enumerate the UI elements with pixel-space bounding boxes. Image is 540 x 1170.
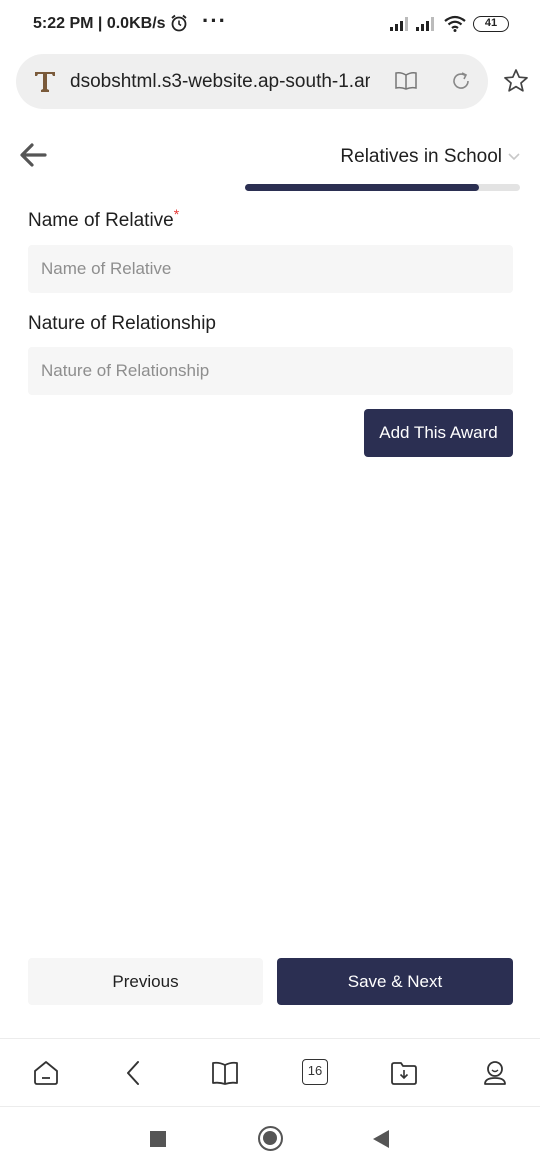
back-arrow-icon[interactable] — [18, 141, 48, 169]
signal-icon — [416, 17, 434, 31]
home-icon[interactable] — [32, 1059, 60, 1087]
status-bar: 5:22 PM | 0.0KB/s ··· 41 — [0, 0, 540, 48]
tabs-count-button[interactable]: 16 — [302, 1059, 328, 1085]
reload-icon[interactable] — [450, 70, 472, 92]
bookmark-star-icon[interactable] — [503, 68, 529, 94]
nature-of-relationship-label: Nature of Relationship — [28, 313, 216, 334]
recent-apps-icon[interactable] — [150, 1131, 166, 1147]
nature-of-relationship-input[interactable] — [28, 347, 513, 395]
battery-icon: 41 — [473, 16, 509, 32]
wifi-icon — [444, 15, 466, 32]
site-favicon-icon — [35, 72, 55, 92]
save-and-next-button[interactable]: Save & Next — [277, 958, 513, 1005]
name-of-relative-label-text: Name of Relative — [28, 210, 174, 231]
reader-mode-icon[interactable] — [394, 71, 418, 91]
progress-bar — [245, 184, 520, 191]
required-mark: * — [173, 206, 180, 222]
progress-fill — [245, 184, 479, 191]
profile-icon[interactable] — [481, 1059, 509, 1087]
alarm-icon — [171, 14, 187, 32]
chevron-down-icon[interactable] — [507, 150, 521, 162]
previous-button[interactable]: Previous — [28, 958, 263, 1005]
signal-icon — [390, 17, 408, 31]
bookmarks-book-icon[interactable] — [211, 1059, 239, 1087]
downloads-folder-icon[interactable] — [390, 1059, 418, 1087]
system-back-icon[interactable] — [372, 1129, 390, 1149]
status-time-speed: 5:22 PM | 0.0KB/s — [33, 15, 166, 32]
system-home-inner — [263, 1131, 277, 1145]
address-bar[interactable]: dsobshtml.s3-website.ap-south-1.amazonaw… — [16, 54, 488, 109]
system-home-icon[interactable] — [258, 1126, 283, 1151]
system-nav-bar — [0, 1106, 540, 1170]
name-of-relative-label: Name of Relative* — [28, 206, 179, 232]
url-text[interactable]: dsobshtml.s3-website.ap-south-1.amazonaw… — [70, 71, 370, 93]
browser-toolbar: 16 — [0, 1038, 540, 1106]
name-of-relative-input[interactable] — [28, 245, 513, 293]
browser-back-icon[interactable] — [120, 1059, 148, 1087]
section-title[interactable]: Relatives in School — [340, 146, 502, 168]
add-this-award-button[interactable]: Add This Award — [364, 409, 513, 457]
more-notifications-icon: ··· — [202, 8, 227, 33]
